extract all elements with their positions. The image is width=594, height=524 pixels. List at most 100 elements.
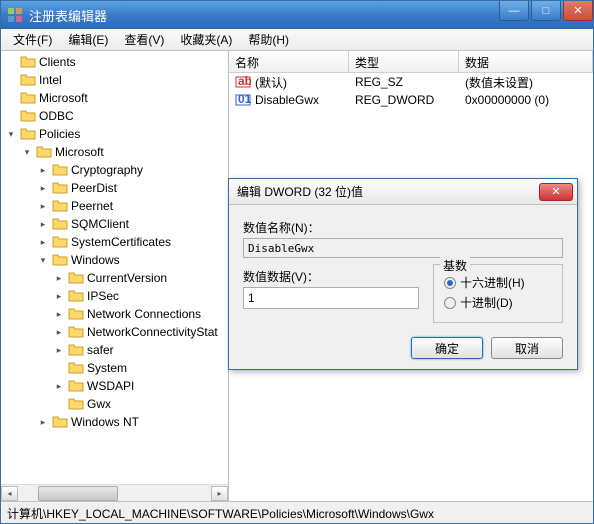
expander-icon[interactable]: ▸ — [53, 344, 65, 356]
tree-item[interactable]: ▸safer — [1, 341, 228, 359]
tree-item[interactable]: ▸ IPSec — [1, 287, 228, 305]
tree-item[interactable]: ▸NetworkConnectivityStat — [1, 323, 228, 341]
maximize-button[interactable]: □ — [531, 1, 561, 21]
titlebar[interactable]: 注册表编辑器 — □ ✕ — [1, 1, 593, 29]
tree-item[interactable]: ▸Windows NT — [1, 413, 228, 431]
expander-icon[interactable]: ▸ — [37, 182, 49, 194]
tree-item-label: Microsoft — [55, 145, 104, 159]
expander-icon[interactable]: ▸ — [53, 272, 65, 284]
radio-hex[interactable]: 十六进制(H) — [444, 274, 552, 291]
expander-icon[interactable] — [53, 398, 65, 410]
expander-icon[interactable]: ▸ — [37, 236, 49, 248]
radio-dec-icon — [444, 297, 456, 309]
tree-item[interactable]: ODBC — [1, 107, 228, 125]
folder-icon — [52, 252, 68, 268]
menu-file[interactable]: 文件(F) — [5, 29, 60, 50]
scroll-right-icon[interactable]: ▸ — [211, 486, 228, 501]
menu-view[interactable]: 查看(V) — [116, 29, 172, 50]
tree-item-label: ODBC — [39, 109, 74, 123]
tree-item[interactable]: Gwx — [1, 395, 228, 413]
tree-item[interactable]: ▸ Cryptography — [1, 161, 228, 179]
menu-favorites[interactable]: 收藏夹(A) — [172, 29, 240, 50]
value-data-field[interactable] — [243, 287, 419, 309]
tree-item-label: Windows — [71, 253, 120, 267]
folder-icon — [68, 378, 84, 394]
folder-icon — [52, 414, 68, 430]
expander-icon[interactable]: ▸ — [53, 290, 65, 302]
minimize-button[interactable]: — — [499, 1, 529, 21]
tree-item[interactable]: ▾Policies — [1, 125, 228, 143]
tree-item-label: System — [87, 361, 127, 375]
tree-pane[interactable]: ClientsIntelMicrosoftODBC▾Policies▾Micro… — [1, 51, 229, 501]
folder-icon — [20, 72, 36, 88]
ok-button[interactable]: 确定 — [411, 337, 483, 359]
dialog-close-button[interactable]: ✕ — [539, 183, 573, 201]
expander-icon[interactable] — [5, 56, 17, 68]
tree-item[interactable]: ▾ Microsoft — [1, 143, 228, 161]
menubar: 文件(F) 编辑(E) 查看(V) 收藏夹(A) 帮助(H) — [1, 29, 593, 51]
cancel-button[interactable]: 取消 — [491, 337, 563, 359]
expander-icon[interactable] — [5, 92, 17, 104]
radio-hex-icon — [444, 277, 456, 289]
folder-icon — [52, 198, 68, 214]
scroll-thumb[interactable] — [38, 486, 118, 501]
tree-item[interactable]: Microsoft — [1, 89, 228, 107]
base-group: 基数 十六进制(H) 十进制(D) — [433, 264, 563, 323]
value-type: REG_DWORD — [349, 93, 459, 107]
tree-hscrollbar[interactable]: ◂ ▸ — [1, 484, 228, 501]
tree-item[interactable]: ▸SQMClient — [1, 215, 228, 233]
menu-edit[interactable]: 编辑(E) — [60, 29, 116, 50]
col-header-data[interactable]: 数据 — [459, 51, 593, 72]
expander-icon[interactable] — [53, 362, 65, 374]
window-title: 注册表编辑器 — [29, 6, 497, 25]
col-header-type[interactable]: 类型 — [349, 51, 459, 72]
tree-item[interactable]: ▸ WSDAPI — [1, 377, 228, 395]
expander-icon[interactable]: ▸ — [53, 380, 65, 392]
dialog-titlebar[interactable]: 编辑 DWORD (32 位)值 ✕ — [229, 179, 577, 205]
tree-item-label: Intel — [39, 73, 62, 87]
tree-item-label: Network Connections — [87, 307, 201, 321]
expander-icon[interactable]: ▸ — [37, 218, 49, 230]
folder-icon — [20, 126, 36, 142]
folder-icon — [68, 396, 84, 412]
list-row[interactable]: ab(默认)REG_SZ(数值未设置) — [229, 73, 593, 91]
radio-dec[interactable]: 十进制(D) — [444, 294, 552, 311]
expander-icon[interactable]: ▸ — [53, 326, 65, 338]
tree-item[interactable]: ▸ Network Connections — [1, 305, 228, 323]
folder-icon — [68, 270, 84, 286]
dialog-title: 编辑 DWORD (32 位)值 — [237, 183, 539, 200]
list-header: 名称 类型 数据 — [229, 51, 593, 73]
tree-item[interactable]: ▸PeerDist — [1, 179, 228, 197]
tree-item[interactable]: ▸CurrentVersion — [1, 269, 228, 287]
value-data: 0x00000000 (0) — [459, 93, 593, 107]
tree-item-label: WSDAPI — [87, 379, 134, 393]
col-header-name[interactable]: 名称 — [229, 51, 349, 72]
list-row[interactable]: 011DisableGwxREG_DWORD0x00000000 (0) — [229, 91, 593, 109]
scroll-left-icon[interactable]: ◂ — [1, 486, 18, 501]
expander-icon[interactable]: ▸ — [37, 416, 49, 428]
expander-icon[interactable]: ▸ — [53, 308, 65, 320]
folder-icon — [52, 216, 68, 232]
expander-icon[interactable]: ▾ — [37, 254, 49, 266]
close-button[interactable]: ✕ — [563, 1, 593, 21]
tree-item[interactable]: ▸SystemCertificates — [1, 233, 228, 251]
svg-text:ab: ab — [238, 74, 251, 88]
tree-item[interactable]: ▾ Windows — [1, 251, 228, 269]
expander-icon[interactable] — [5, 110, 17, 122]
expander-icon[interactable] — [5, 74, 17, 86]
expander-icon[interactable]: ▸ — [37, 164, 49, 176]
expander-icon[interactable]: ▾ — [5, 128, 17, 140]
tree-item[interactable]: ▸Peernet — [1, 197, 228, 215]
tree-item[interactable]: Intel — [1, 71, 228, 89]
edit-dword-dialog: 编辑 DWORD (32 位)值 ✕ 数值名称(N)： 数值数据(V)： 基数 … — [228, 178, 578, 370]
tree-item-label: IPSec — [87, 289, 119, 303]
tree-item[interactable]: System — [1, 359, 228, 377]
menu-help[interactable]: 帮助(H) — [240, 29, 297, 50]
tree-item-label: Cryptography — [71, 163, 143, 177]
expander-icon[interactable]: ▸ — [37, 200, 49, 212]
status-path: 计算机\HKEY_LOCAL_MACHINE\SOFTWARE\Policies… — [7, 507, 434, 521]
dword-value-icon: 011 — [235, 92, 251, 108]
value-name: (默认) — [255, 74, 287, 91]
expander-icon[interactable]: ▾ — [21, 146, 33, 158]
tree-item[interactable]: Clients — [1, 53, 228, 71]
